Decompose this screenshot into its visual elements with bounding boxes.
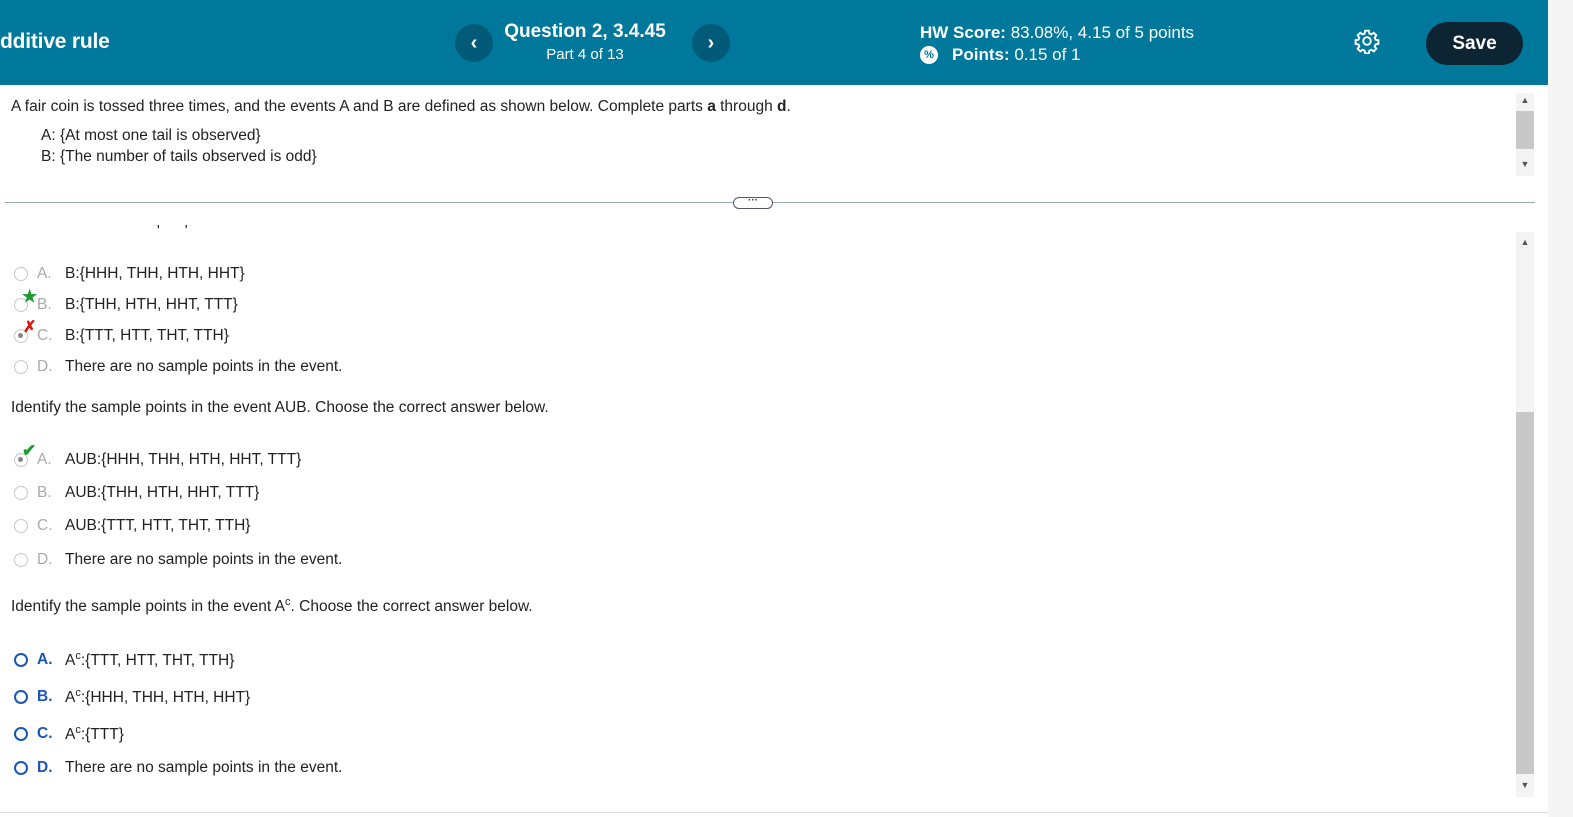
radio-button[interactable] xyxy=(14,690,28,704)
correct-check-icon: ✔ xyxy=(22,441,37,460)
points-value: 0.15 of 1 xyxy=(1014,45,1081,64)
resize-handle-icon[interactable]: ··· xyxy=(733,196,773,209)
question-text: Identify the sample points in the event … xyxy=(11,598,286,616)
option-letter: A. xyxy=(37,265,52,282)
question-text-end: . Choose the correct answer below. xyxy=(290,598,533,616)
hw-score-value: 83.08%, 4.15 of 5 points xyxy=(1010,23,1195,42)
option-letter: B. xyxy=(37,688,53,705)
option-text: AUB:{HHH, THH, HTH, HHT, TTT} xyxy=(65,451,302,468)
save-button[interactable]: Save xyxy=(1426,22,1523,65)
part-c-option-d[interactable]: D. There are no sample points in the eve… xyxy=(14,550,342,570)
scrollbar-thumb[interactable] xyxy=(1516,412,1534,774)
part-b-option-c[interactable]: ✗ C. B:{TTT, HTT, THT, TTH} xyxy=(14,319,229,346)
radio-button[interactable] xyxy=(14,519,28,533)
part-c-option-a[interactable]: ✔ A. AUB:{HHH, THH, HTH, HHT, TTT} xyxy=(14,441,302,470)
partial-credit-icon: % xyxy=(920,46,938,64)
event-a-definition: A: {At most one tail is observed} xyxy=(41,127,261,144)
scroll-up-icon[interactable]: ▲ xyxy=(1516,93,1534,107)
option-text: Ac:{TTT} xyxy=(65,723,124,744)
prompt-text-mid: through xyxy=(715,98,777,115)
clipped-text-fragment: , ' ' xyxy=(11,222,188,232)
option-text: Ac:{HHH, THH, HTH, HHT} xyxy=(65,686,251,707)
previous-question-button[interactable]: ‹ xyxy=(455,24,493,62)
question-part: Part 4 of 13 xyxy=(546,46,624,63)
option-text: B:{THH, HTH, HHT, TTT} xyxy=(65,296,238,313)
bottom-border xyxy=(0,812,1548,813)
part-d-question: Identify the sample points in the event … xyxy=(11,596,533,616)
right-gutter xyxy=(1548,0,1573,817)
prompt-part-a: a xyxy=(707,98,716,115)
answer-scrollbar[interactable]: ▲ ▼ xyxy=(1516,232,1534,797)
radio-button[interactable] xyxy=(14,360,28,374)
option-text: AUB:{TTT, HTT, THT, TTH} xyxy=(65,517,251,534)
option-letter: C. xyxy=(37,517,53,534)
option-text: There are no sample points in the event. xyxy=(65,358,343,375)
part-c-question: Identify the sample points in the event … xyxy=(11,399,549,416)
next-question-button[interactable]: › xyxy=(692,24,730,62)
points-display: % Points: 0.15 of 1 xyxy=(920,45,1081,65)
top-header: dditive rule ‹ Question 2, 3.4.45 Part 4… xyxy=(0,0,1548,85)
settings-gear-icon[interactable] xyxy=(1354,28,1380,54)
option-text: There are no sample points in the event. xyxy=(65,759,343,776)
problem-prompt: A fair coin is tossed three times, and t… xyxy=(11,98,791,116)
correct-answer-star-icon: ★ xyxy=(22,287,38,306)
part-d-option-c[interactable]: C. Ac:{TTT} xyxy=(14,724,124,744)
scrollbar-thumb[interactable] xyxy=(1516,111,1534,149)
option-text: B:{HHH, THH, HTH, HHT} xyxy=(65,265,245,282)
option-letter: B. xyxy=(37,296,52,313)
scroll-down-icon[interactable]: ▼ xyxy=(1516,778,1534,792)
radio-button[interactable] xyxy=(14,653,28,667)
part-d-option-a[interactable]: A. Ac:{TTT, HTT, THT, TTH} xyxy=(14,650,234,670)
option-letter: A. xyxy=(37,651,53,668)
option-text: Ac:{TTT, HTT, THT, TTH} xyxy=(65,649,235,670)
problem-scrollbar[interactable]: ▲ ▼ xyxy=(1516,93,1534,176)
option-text: AUB:{THH, HTH, HHT, TTT} xyxy=(65,484,260,501)
scroll-down-icon[interactable]: ▼ xyxy=(1516,157,1534,171)
event-b-definition: B: {The number of tails observed is odd} xyxy=(41,148,317,165)
radio-button[interactable] xyxy=(14,553,28,567)
option-letter: A. xyxy=(37,451,52,468)
assignment-title: dditive rule xyxy=(0,30,110,53)
question-title: Question 2, 3.4.45 xyxy=(504,21,666,42)
option-letter: B. xyxy=(37,484,52,501)
radio-button[interactable] xyxy=(14,267,28,281)
option-letter: D. xyxy=(37,759,53,776)
part-b-option-b[interactable]: ★ B. B:{THH, HTH, HHT, TTT} xyxy=(14,287,238,315)
option-letter: C. xyxy=(37,327,53,344)
incorrect-x-icon: ✗ xyxy=(23,319,37,336)
option-letter: C. xyxy=(37,725,53,742)
part-b-option-a[interactable]: A. B:{HHH, THH, HTH, HHT} xyxy=(14,264,245,284)
hw-score-label: HW Score: xyxy=(920,23,1006,42)
option-letter: D. xyxy=(37,551,53,568)
part-c-option-c[interactable]: C. AUB:{TTT, HTT, THT, TTH} xyxy=(14,516,250,536)
part-d-option-b[interactable]: B. Ac:{HHH, THH, HTH, HHT} xyxy=(14,687,250,707)
option-text: B:{TTT, HTT, THT, TTH} xyxy=(65,327,229,344)
radio-button[interactable] xyxy=(14,486,28,500)
part-d-option-d[interactable]: D. There are no sample points in the eve… xyxy=(14,758,342,778)
scroll-up-icon[interactable]: ▲ xyxy=(1516,235,1534,249)
hw-score: HW Score: 83.08%, 4.15 of 5 points xyxy=(920,23,1194,43)
part-b-option-d[interactable]: D. There are no sample points in the eve… xyxy=(14,357,342,377)
option-letter: D. xyxy=(37,358,53,375)
prompt-text-end: . xyxy=(786,98,791,115)
radio-button[interactable] xyxy=(14,727,28,741)
prompt-text: A fair coin is tossed three times, and t… xyxy=(11,98,708,115)
radio-button[interactable] xyxy=(14,761,28,775)
part-c-option-b[interactable]: B. AUB:{THH, HTH, HHT, TTT} xyxy=(14,483,259,503)
option-text: There are no sample points in the event. xyxy=(65,551,343,568)
points-label: Points: xyxy=(952,45,1010,64)
